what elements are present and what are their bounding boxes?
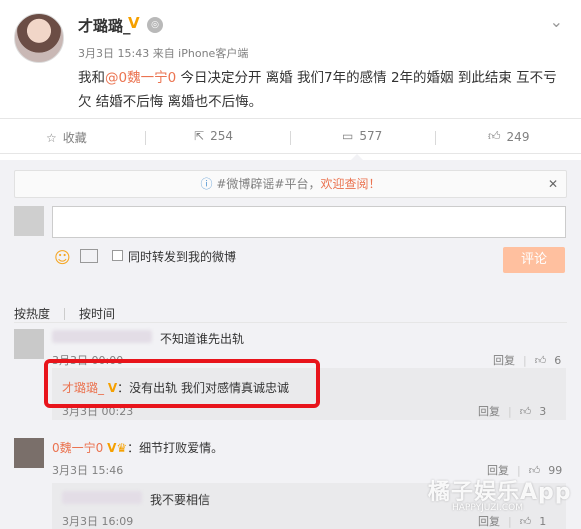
divider: [14, 322, 567, 323]
comment-input[interactable]: [52, 206, 566, 238]
reply-actions: 回复 | 👍︎ 1: [478, 513, 546, 529]
sort-by-hot-tab[interactable]: 按热度: [14, 305, 50, 322]
star-icon: ☆: [46, 130, 57, 145]
blurred-username: [52, 330, 152, 343]
post-meta: 3月3日 15:43 来自 iPhone客户端: [78, 47, 249, 60]
like-count: 6: [554, 353, 562, 367]
author-avatar[interactable]: [14, 13, 64, 63]
vip-badge-icon: ◎: [147, 17, 163, 33]
favorite-button[interactable]: ☆ 收藏: [46, 129, 87, 146]
verified-v-icon: V: [107, 441, 117, 455]
chevron-down-icon[interactable]: ⌄: [550, 12, 563, 31]
thumbs-up-icon: 👍︎: [488, 129, 501, 143]
repost-icon: ⇱: [194, 129, 205, 143]
comment-actions: 回复 | 👍︎ 6: [493, 352, 561, 368]
comment-icon: ▭: [342, 129, 354, 143]
crown-icon: ♛: [116, 441, 128, 455]
divider: |: [523, 353, 527, 367]
my-avatar: [14, 206, 44, 236]
divider: [145, 131, 146, 145]
mention-link[interactable]: @0魏一宁0: [105, 70, 176, 86]
reply-link[interactable]: 回复: [478, 513, 500, 529]
commenter-avatar[interactable]: [14, 329, 44, 359]
rumor-notice: ⓘ #微博辟谣#平台，欢迎查阅！ ✕: [14, 170, 567, 198]
reply-actions: 回复 | 👍︎ 3: [478, 403, 546, 419]
reply-time: 3月3日 16:09: [62, 515, 134, 528]
like-button[interactable]: 👍︎ 249: [488, 129, 529, 144]
reply-link[interactable]: 回复: [478, 403, 500, 419]
image-icon[interactable]: [80, 249, 98, 263]
submit-comment-button[interactable]: 评论: [503, 247, 565, 273]
divider: [435, 131, 436, 145]
watermark-title: 橘子娱乐App: [428, 480, 572, 505]
comment-button[interactable]: ▭ 577: [342, 129, 382, 143]
comment-time: 3月3日 15:46: [52, 464, 124, 477]
close-icon[interactable]: ✕: [548, 177, 558, 191]
comment-caret: [350, 154, 364, 161]
like-count: 1: [539, 514, 547, 528]
repost-checkbox[interactable]: [112, 250, 123, 261]
sort-by-time-tab[interactable]: 按时间: [79, 305, 115, 322]
thumbs-up-icon[interactable]: 👍︎: [535, 354, 547, 367]
thumbs-up-icon[interactable]: 👍︎: [520, 515, 532, 528]
info-icon: ⓘ: [200, 177, 213, 191]
post-author-name[interactable]: 才璐璐_: [78, 15, 131, 36]
highlight-box: [44, 359, 320, 408]
watermark-sub: HAPPYJUZI.COM: [452, 503, 523, 513]
comment-text: 不知道谁先出轨: [160, 332, 245, 346]
verified-v-icon: V: [128, 14, 140, 32]
action-bar: ☆ 收藏 ⇱ 254 ▭ 577 👍︎ 249: [0, 118, 581, 154]
divider: |: [508, 514, 512, 528]
repost-button[interactable]: ⇱ 254: [194, 129, 233, 143]
reply-link[interactable]: 回复: [493, 352, 515, 368]
thumbs-up-icon[interactable]: 👍︎: [520, 405, 532, 418]
commenter-avatar[interactable]: [14, 438, 44, 468]
post-text: 我和@0魏一宁0 今日决定分开 离婚 我们7年的感情 2年的婚姻 到此结束 互不…: [78, 70, 557, 110]
divider: |: [508, 404, 512, 418]
sort-tabs: 按热度 按时间: [14, 305, 115, 322]
emoji-icon[interactable]: ☺: [54, 248, 71, 267]
comment-text: 0魏一宁0 V♛：细节打败爱情。: [52, 441, 224, 455]
blurred-username: [62, 491, 142, 504]
like-count: 3: [539, 404, 547, 418]
commenter-name[interactable]: 0魏一宁0: [52, 441, 103, 455]
notice-link[interactable]: 欢迎查阅！: [320, 177, 380, 191]
reply-text: 我不要相信: [150, 493, 211, 507]
divider: [64, 307, 66, 320]
divider: [290, 131, 291, 145]
repost-checkbox-label: 同时转发到我的微博: [128, 250, 237, 264]
